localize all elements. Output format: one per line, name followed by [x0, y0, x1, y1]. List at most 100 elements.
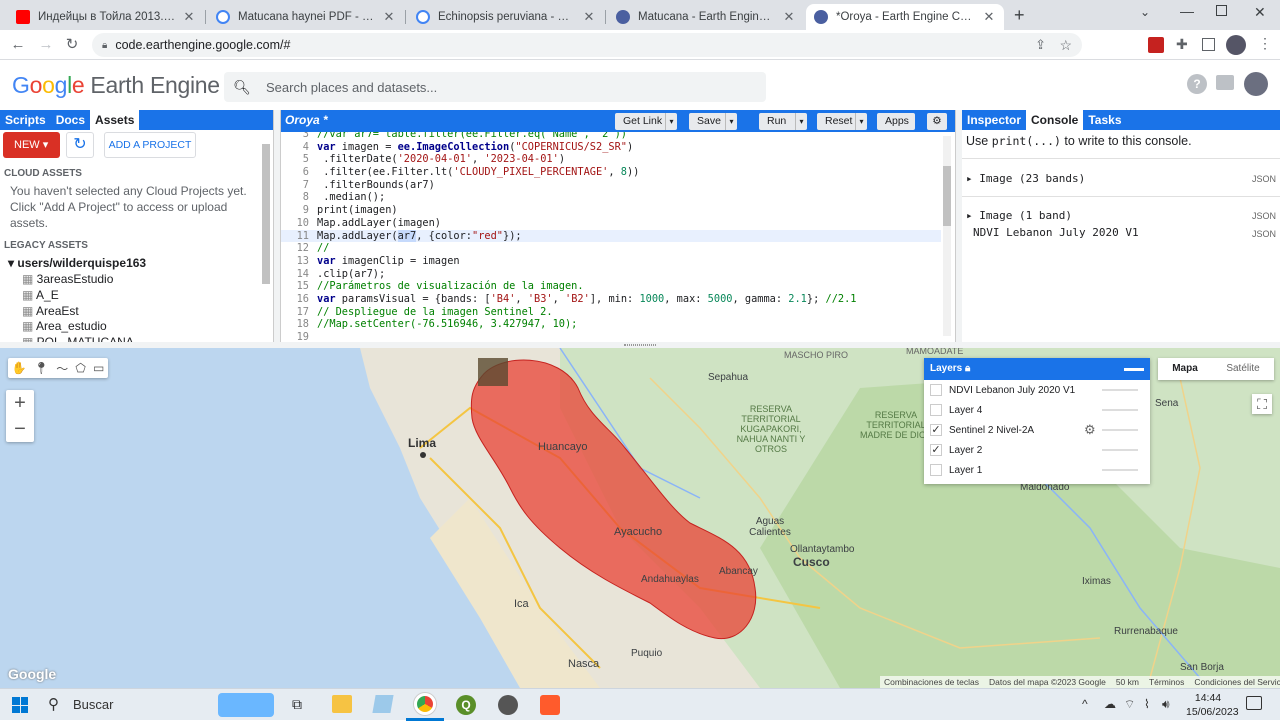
- forward-icon[interactable]: →: [36, 35, 56, 55]
- bookmark-star-icon[interactable]: ☆: [1059, 37, 1072, 54]
- ee-logo[interactable]: Google Earth Engine: [12, 72, 220, 99]
- extension-icon[interactable]: [1148, 37, 1164, 53]
- apps-button[interactable]: Apps: [877, 113, 915, 130]
- puzzle-icon[interactable]: ✚: [1176, 36, 1188, 53]
- user-avatar[interactable]: [1244, 72, 1268, 96]
- feedback-icon[interactable]: [1216, 75, 1234, 90]
- layer-checkbox[interactable]: ✓: [930, 444, 942, 456]
- list-item[interactable]: ▦ A_E: [22, 288, 134, 304]
- code-line[interactable]: 11 Map.addLayer(ar7, {color:"red"});: [281, 229, 941, 243]
- code-line[interactable]: 4 var imagen = ee.ImageCollection("COPERN…: [281, 141, 941, 154]
- layer-checkbox[interactable]: [930, 464, 942, 476]
- code-area[interactable]: 3 //var ar7= table.filter(ee.Filter.eq('N…: [281, 132, 941, 342]
- layer-row[interactable]: NDVI Lebanon July 2020 V1: [924, 380, 1150, 400]
- list-item[interactable]: ▦ Area_estudio: [22, 319, 134, 335]
- lock-icon[interactable]: 🔒︎: [965, 363, 970, 374]
- maximize-icon[interactable]: [1216, 5, 1227, 16]
- task-view-icon[interactable]: ⧉: [292, 696, 302, 713]
- refresh-icon[interactable]: ↻: [66, 132, 94, 158]
- code-line[interactable]: 7 .filterBounds(ar7): [281, 179, 941, 192]
- keyboard-shortcuts-link[interactable]: Combinaciones de teclas: [884, 677, 979, 687]
- json-link[interactable]: JSON: [1252, 174, 1276, 184]
- user-folder[interactable]: ▾ users/wilderquispe163: [8, 256, 146, 270]
- layer-checkbox[interactable]: ✓: [930, 424, 942, 436]
- code-line[interactable]: 18 //Map.setCenter(-76.516946, 3.427947, …: [281, 318, 941, 331]
- search-input[interactable]: 🔍︎ Search places and datasets...: [224, 72, 766, 102]
- code-line[interactable]: 5 .filterDate('2020-04-01', '2023-04-01'…: [281, 153, 941, 166]
- profile-avatar[interactable]: [1226, 35, 1246, 55]
- volume-icon[interactable]: 🔊︎: [1162, 697, 1170, 712]
- menu-kebab-icon[interactable]: ⋮: [1258, 35, 1272, 52]
- app-icon[interactable]: [540, 695, 560, 715]
- zoom-out-icon[interactable]: −: [6, 416, 34, 442]
- layers-header[interactable]: Layers 🔒︎: [924, 358, 1150, 380]
- tos-link[interactable]: Condiciones del Servicio: [1194, 677, 1280, 687]
- json-link[interactable]: JSON: [1252, 229, 1276, 239]
- list-item[interactable]: ▦ 3areasEstudio: [22, 272, 134, 288]
- terms-link[interactable]: Términos: [1149, 677, 1184, 687]
- layer-row[interactable]: Layer 4: [924, 400, 1150, 420]
- reload-icon[interactable]: ↻: [62, 35, 82, 55]
- window-close-icon[interactable]: ✕: [1254, 4, 1266, 21]
- rectangle-icon[interactable]: ▭: [93, 361, 104, 375]
- code-line[interactable]: 14 .clip(ar7);: [281, 268, 941, 281]
- tab-search-icon[interactable]: ⌄: [1140, 5, 1150, 19]
- opacity-slider[interactable]: [1102, 389, 1138, 391]
- gear-icon[interactable]: ⚙: [927, 113, 947, 130]
- json-link[interactable]: JSON: [1252, 211, 1276, 221]
- collapse-icon[interactable]: [1124, 368, 1144, 371]
- hand-icon[interactable]: ✋: [12, 361, 27, 375]
- windows-start-icon[interactable]: [12, 697, 28, 713]
- tab-3[interactable]: Matucana - Earth Engine Code Ed ✕: [608, 4, 804, 30]
- clock[interactable]: 14:44 15/06/2023: [1186, 691, 1239, 719]
- opacity-slider[interactable]: [1102, 409, 1138, 411]
- console-entry[interactable]: ▸ Image (1 band): [966, 209, 1072, 222]
- code-line[interactable]: 6 .filter(ee.Filter.lt('CLOUDY_PIXEL_PER…: [281, 166, 941, 179]
- scrollbar[interactable]: [943, 136, 951, 336]
- line-icon[interactable]: 〜: [56, 360, 68, 377]
- code-line[interactable]: 3 //var ar7= table.filter(ee.Filter.eq('N…: [281, 132, 941, 141]
- new-tab-icon[interactable]: +: [1014, 5, 1025, 26]
- tab-1[interactable]: Matucana haynei PDF - Buscar cc ✕: [208, 4, 404, 30]
- tab-assets[interactable]: Assets: [90, 110, 140, 130]
- tray-chevron-icon[interactable]: ^: [1082, 697, 1088, 711]
- map-canvas[interactable]: Lima Huancayo Ayacucho Andahuaylas Abanc…: [0, 348, 1280, 688]
- tab-console[interactable]: Console: [1026, 110, 1084, 130]
- layer-row[interactable]: Layer 1: [924, 460, 1150, 480]
- help-icon[interactable]: ?: [1187, 74, 1207, 94]
- network-icon[interactable]: ⌔: [1124, 697, 1135, 712]
- add-project-button[interactable]: ADD A PROJECT: [104, 132, 196, 158]
- close-icon[interactable]: ✕: [382, 9, 396, 25]
- opacity-slider[interactable]: [1102, 469, 1138, 471]
- code-line[interactable]: 13 var imagenClip = imagen: [281, 255, 941, 268]
- save-button[interactable]: Save ▾: [689, 113, 737, 130]
- taskbar-search[interactable]: Buscar: [73, 697, 113, 712]
- code-line[interactable]: 16 var paramsVisual = {bands: ['B4', 'B3'…: [281, 293, 941, 306]
- code-line[interactable]: 10 Map.addLayer(imagen): [281, 217, 941, 230]
- run-button[interactable]: Run ▾: [759, 113, 807, 130]
- widget-icon[interactable]: [218, 693, 274, 717]
- close-icon[interactable]: ✕: [182, 9, 196, 25]
- notification-icon[interactable]: [1246, 696, 1262, 710]
- close-icon[interactable]: ✕: [982, 9, 996, 25]
- tab-scripts[interactable]: Scripts: [0, 110, 51, 130]
- point-icon[interactable]: 📍︎: [34, 361, 49, 375]
- sidepanel-icon[interactable]: [1202, 38, 1215, 51]
- code-line[interactable]: 19: [281, 331, 941, 342]
- tab-0[interactable]: Индейцы в Тойла 2013. Choctav ✕: [8, 4, 204, 30]
- code-line[interactable]: 9 print(imagen): [281, 204, 941, 217]
- minimize-icon[interactable]: —: [1180, 3, 1194, 19]
- search-icon[interactable]: ⚲: [48, 695, 59, 713]
- layer-checkbox[interactable]: [930, 384, 942, 396]
- code-line[interactable]: 15 //Parámetros de visualización de la im…: [281, 280, 941, 293]
- opacity-slider[interactable]: [1102, 449, 1138, 451]
- close-icon[interactable]: ✕: [582, 9, 596, 25]
- get-link-button[interactable]: Get Link ▾: [615, 113, 677, 130]
- reset-button[interactable]: Reset ▾: [817, 113, 867, 130]
- gear-icon[interactable]: ⚙: [1084, 422, 1096, 438]
- layer-checkbox[interactable]: [930, 404, 942, 416]
- chrome-icon[interactable]: [414, 693, 436, 715]
- code-line[interactable]: 17 // Despliegue de la imagen Sentinel 2.: [281, 306, 941, 319]
- map-type-satellite[interactable]: Satélite: [1212, 358, 1274, 380]
- cloud-icon[interactable]: ☁: [1104, 697, 1116, 711]
